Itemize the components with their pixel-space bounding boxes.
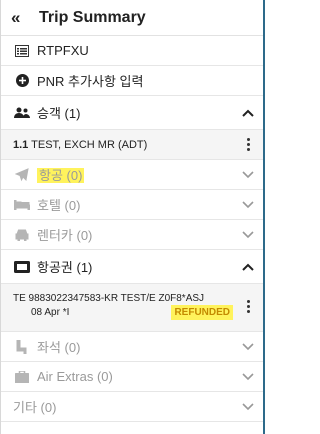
section-seats[interactable]: 좌석 (0) [1, 332, 263, 362]
car-label: 렌터카 (0) [37, 228, 93, 243]
chevron-down-icon[interactable] [233, 200, 263, 209]
users-icon [13, 107, 31, 119]
chevron-down-icon[interactable] [233, 342, 263, 351]
add-pnr-row[interactable]: PNR 추가사항 입력 [1, 66, 263, 96]
more-options-icon[interactable] [233, 300, 263, 313]
passenger-name: TEST, EXCH MR (ADT) [31, 138, 148, 151]
plus-circle-icon [13, 74, 31, 87]
chevron-up-icon[interactable] [233, 109, 263, 117]
list-icon [13, 44, 31, 57]
record-locator-row[interactable]: RTPFXU [1, 36, 263, 66]
chevron-down-icon[interactable] [233, 170, 263, 179]
chevron-up-icon[interactable] [233, 263, 263, 271]
ticket-line1: TE 9883022347583-KR TEST/E Z0F8*ASJ [13, 293, 205, 304]
chevron-down-icon[interactable] [233, 372, 263, 381]
add-pnr-label: PNR 추가사항 입력 [37, 74, 144, 89]
tickets-section-header[interactable]: 항공권 (1) [1, 250, 263, 284]
ticket-text: TE 9883022347583-KR TEST/E Z0F8*ASJ 08 A… [13, 292, 233, 320]
ticket-icon [13, 260, 31, 273]
tickets-label: 항공권 (1) [37, 260, 93, 275]
plane-icon [13, 167, 31, 182]
panel-title: Trip Summary [39, 8, 146, 26]
seat-icon [13, 339, 31, 354]
car-icon [13, 229, 31, 241]
bed-icon [13, 199, 31, 210]
panel-header: « Trip Summary [1, 0, 263, 36]
section-air-extras[interactable]: Air Extras (0) [1, 362, 263, 392]
ticket-line2: 08 Apr *I [31, 307, 70, 318]
collapse-icon[interactable]: « [11, 8, 33, 28]
air-label-wrap: 항공 (0) [37, 165, 233, 184]
trip-summary-panel: « Trip Summary RTPFXU PNR 추가사항 입력 승객 (1)… [0, 0, 265, 434]
section-hotel[interactable]: 호텔 (0) [1, 190, 263, 220]
air-label: 항공 (0) [37, 168, 85, 183]
chevron-down-icon[interactable] [233, 402, 263, 411]
seats-label: 좌석 (0) [37, 340, 81, 355]
passengers-label: 승객 (1) [37, 106, 81, 121]
passenger-text: 1.1 TEST, EXCH MR (ADT) [13, 139, 233, 151]
ticket-line2-wrap: 08 Apr *I REFUNDED [13, 305, 233, 320]
status-badge: REFUNDED [171, 305, 233, 320]
section-air[interactable]: 항공 (0) [1, 160, 263, 190]
record-locator: RTPFXU [37, 43, 89, 58]
other-label: 기타 (0) [13, 400, 57, 415]
passenger-item[interactable]: 1.1 TEST, EXCH MR (ADT) [1, 130, 263, 160]
hotel-label: 호텔 (0) [37, 198, 81, 213]
section-car[interactable]: 렌터카 (0) [1, 220, 263, 250]
passenger-index: 1.1 [13, 138, 29, 151]
passengers-section-header[interactable]: 승객 (1) [1, 96, 263, 130]
briefcase-icon [13, 370, 31, 383]
air-extras-label: Air Extras (0) [37, 369, 113, 384]
ticket-item[interactable]: TE 9883022347583-KR TEST/E Z0F8*ASJ 08 A… [1, 284, 263, 332]
more-options-icon[interactable] [233, 138, 263, 151]
section-other[interactable]: 기타 (0) [1, 392, 263, 422]
chevron-down-icon[interactable] [233, 230, 263, 239]
